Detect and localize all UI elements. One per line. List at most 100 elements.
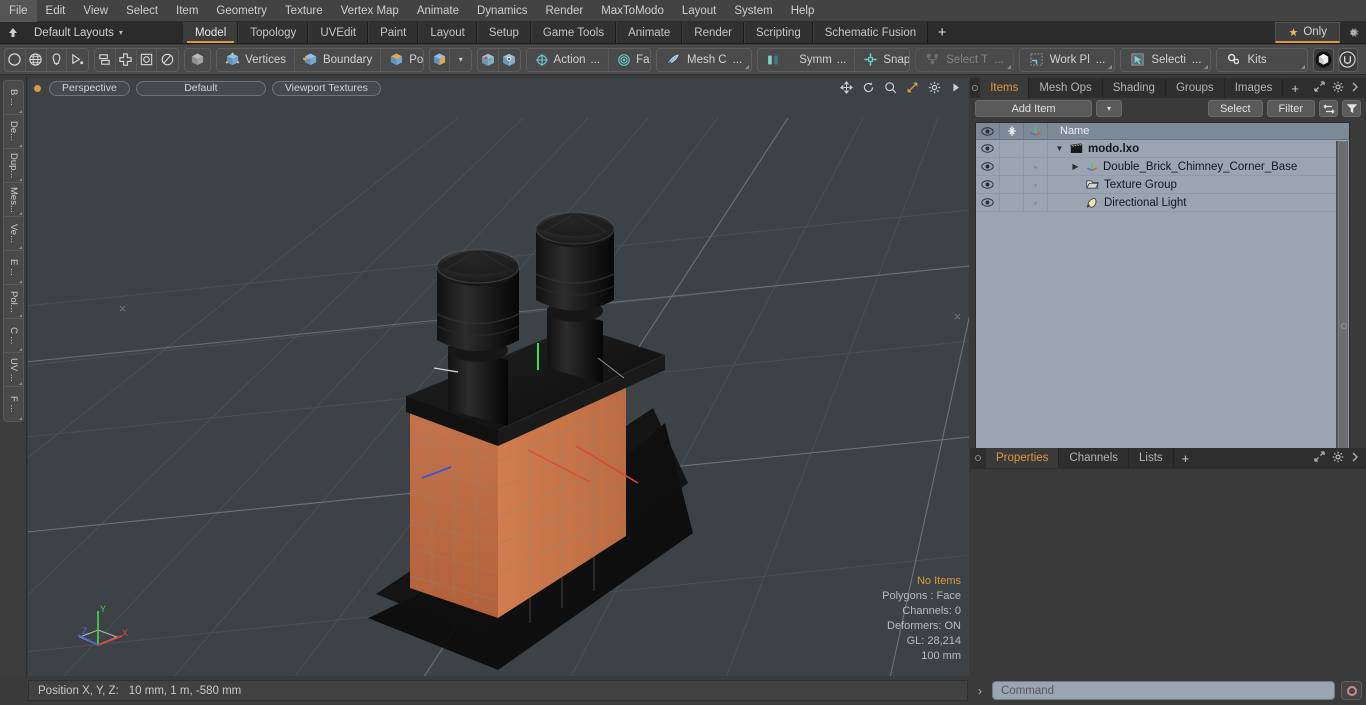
layout-tab-uvedit[interactable]: UVEdit: [308, 22, 369, 43]
panel-menu-dot-icon[interactable]: [970, 78, 980, 98]
tab-properties[interactable]: Properties: [986, 448, 1060, 468]
row-visibility-toggle[interactable]: [976, 175, 1000, 194]
layout-settings-gear-icon[interactable]: [1340, 22, 1366, 43]
sidebar-tab-uv[interactable]: UV ...: [3, 353, 23, 387]
expand-icon[interactable]: [1314, 451, 1325, 465]
viewport-view-mode-dropdown[interactable]: Perspective: [49, 80, 130, 96]
row-visibility-toggle[interactable]: [976, 157, 1000, 176]
default-layouts-dropdown[interactable]: Default Layouts ▾: [26, 22, 133, 43]
item-mode-button[interactable]: [184, 47, 212, 72]
filter-funnel-icon[interactable]: [1342, 100, 1361, 117]
tree-item-texture-group[interactable]: Texture Group: [1048, 179, 1177, 191]
column-lock-icon[interactable]: [1000, 123, 1024, 140]
row-lock-toggle[interactable]: [1000, 193, 1024, 212]
chevron-right-icon[interactable]: [1351, 452, 1359, 465]
circle-icon[interactable]: [5, 48, 26, 71]
menu-item-animate[interactable]: Animate: [408, 0, 468, 22]
add-item-dropdown[interactable]: ▾: [1095, 100, 1122, 117]
vertices-mode-button[interactable]: Vertices: [217, 48, 295, 71]
table-row[interactable]: ◦ Directional Light: [976, 193, 1349, 212]
menu-item-item[interactable]: Item: [167, 0, 207, 22]
tab-mesh-ops[interactable]: Mesh Ops: [1029, 78, 1103, 98]
item-mode-dropdown[interactable]: ▾: [450, 49, 471, 71]
row-lock-toggle[interactable]: [1000, 157, 1024, 176]
table-row[interactable]: ◦ ▶ Double_Brick_Chimney_Corner_Base: [976, 157, 1349, 176]
menu-item-vertex-map[interactable]: Vertex Map: [332, 0, 408, 22]
curve-icon[interactable]: [67, 49, 88, 71]
layout-tab-layout[interactable]: Layout: [418, 22, 477, 43]
menu-item-help[interactable]: Help: [782, 0, 824, 22]
gear-icon[interactable]: [1332, 451, 1344, 466]
filter-button[interactable]: Filter: [1266, 100, 1315, 117]
substance-icon[interactable]: [1313, 47, 1334, 72]
menu-item-edit[interactable]: Edit: [37, 0, 75, 22]
boundary-mode-button[interactable]: Boundary: [295, 48, 382, 71]
falloff-button[interactable]: Falloff: [609, 49, 650, 71]
sidebar-tab-duplicate[interactable]: Dup...: [3, 149, 23, 183]
row-transform-toggle[interactable]: [1024, 139, 1048, 158]
selection-sets-button[interactable]: Selecti ...: [1120, 47, 1212, 72]
viewport-display-mode-dropdown[interactable]: Viewport Textures: [271, 80, 381, 96]
pen-icon[interactable]: [47, 48, 68, 71]
row-transform-toggle[interactable]: ◦: [1024, 175, 1048, 194]
tree-item-mesh[interactable]: ▶ Double_Brick_Chimney_Corner_Base: [1048, 161, 1297, 173]
sidebar-tab-edge[interactable]: E ...: [3, 251, 23, 285]
menu-item-geometry[interactable]: Geometry: [207, 0, 276, 22]
row-visibility-toggle[interactable]: [976, 139, 1000, 158]
layout-tab-schematic-fusion[interactable]: Schematic Fusion: [812, 22, 929, 43]
kits-button[interactable]: Kits: [1216, 47, 1309, 72]
menu-item-texture[interactable]: Texture: [276, 0, 332, 22]
layout-tab-animate[interactable]: Animate: [616, 22, 683, 43]
layout-tab-game-tools[interactable]: Game Tools: [530, 22, 617, 43]
layout-tab-scripting[interactable]: Scripting: [743, 22, 813, 43]
expand-icon[interactable]: [1314, 81, 1325, 95]
pan-icon[interactable]: [840, 81, 853, 97]
list-toggle-icon[interactable]: [1319, 100, 1338, 117]
item-cube-icon[interactable]: [430, 48, 451, 71]
move-cross-icon[interactable]: [116, 48, 137, 71]
row-transform-toggle[interactable]: ◦: [1024, 157, 1048, 176]
menu-item-select[interactable]: Select: [117, 0, 167, 22]
center-square-icon[interactable]: [137, 48, 158, 71]
row-lock-toggle[interactable]: [1000, 139, 1024, 158]
layout-tab-render[interactable]: Render: [682, 22, 744, 43]
sidebar-tab-curve[interactable]: C ...: [3, 319, 23, 353]
menu-item-system[interactable]: System: [725, 0, 781, 22]
symmetry-button[interactable]: Symm ...: [758, 48, 856, 71]
properties-menu-dot-icon[interactable]: [970, 448, 986, 468]
add-properties-tab-button[interactable]: +: [1173, 448, 1198, 468]
tab-groups[interactable]: Groups: [1165, 78, 1225, 98]
layout-tab-model[interactable]: Model: [182, 22, 239, 43]
mesh-constraint-button[interactable]: Mesh C ...: [655, 47, 753, 72]
home-icon[interactable]: [0, 22, 26, 43]
tab-images[interactable]: Images: [1224, 78, 1284, 98]
rotate-icon[interactable]: [862, 81, 875, 97]
select-button[interactable]: Select: [1207, 100, 1263, 117]
disclosure-triangle-icon[interactable]: ▼: [1054, 144, 1065, 153]
rotate-circle-icon[interactable]: [157, 49, 178, 71]
layout-tab-topology[interactable]: Topology: [238, 22, 309, 43]
menu-item-maxtomodo[interactable]: MaxToModo: [592, 0, 673, 22]
add-panel-tab-button[interactable]: +: [1283, 78, 1307, 98]
only-toggle-button[interactable]: ★ Only: [1275, 22, 1340, 43]
tab-shading[interactable]: Shading: [1102, 78, 1166, 98]
gear-icon[interactable]: [1332, 81, 1344, 96]
perspective-viewport[interactable]: Perspective Default Viewport Textures No…: [28, 78, 969, 676]
column-visibility-icon[interactable]: [976, 123, 1000, 140]
align-icon[interactable]: [95, 48, 116, 71]
sidebar-tab-polygon[interactable]: Pol...: [3, 285, 23, 319]
layout-tab-setup[interactable]: Setup: [476, 22, 531, 43]
sidebar-tab-deform[interactable]: De...: [3, 115, 23, 149]
fit-icon[interactable]: [906, 81, 919, 97]
tab-items[interactable]: Items: [980, 78, 1030, 98]
row-transform-toggle[interactable]: ◦: [1024, 193, 1048, 212]
unreal-icon[interactable]: [1337, 47, 1359, 72]
menu-item-view[interactable]: View: [74, 0, 117, 22]
work-plane-button[interactable]: Work Pl ...: [1018, 47, 1116, 72]
select-through-button[interactable]: Select T ...: [915, 47, 1014, 72]
chevron-right-icon[interactable]: [1351, 82, 1359, 95]
sidebar-tab-mesh-edit[interactable]: Mes...: [3, 183, 23, 217]
polygons-mode-button[interactable]: Polygons: [381, 49, 423, 71]
add-layout-tab-button[interactable]: +: [928, 22, 956, 43]
column-transform-icon[interactable]: [1024, 123, 1048, 140]
